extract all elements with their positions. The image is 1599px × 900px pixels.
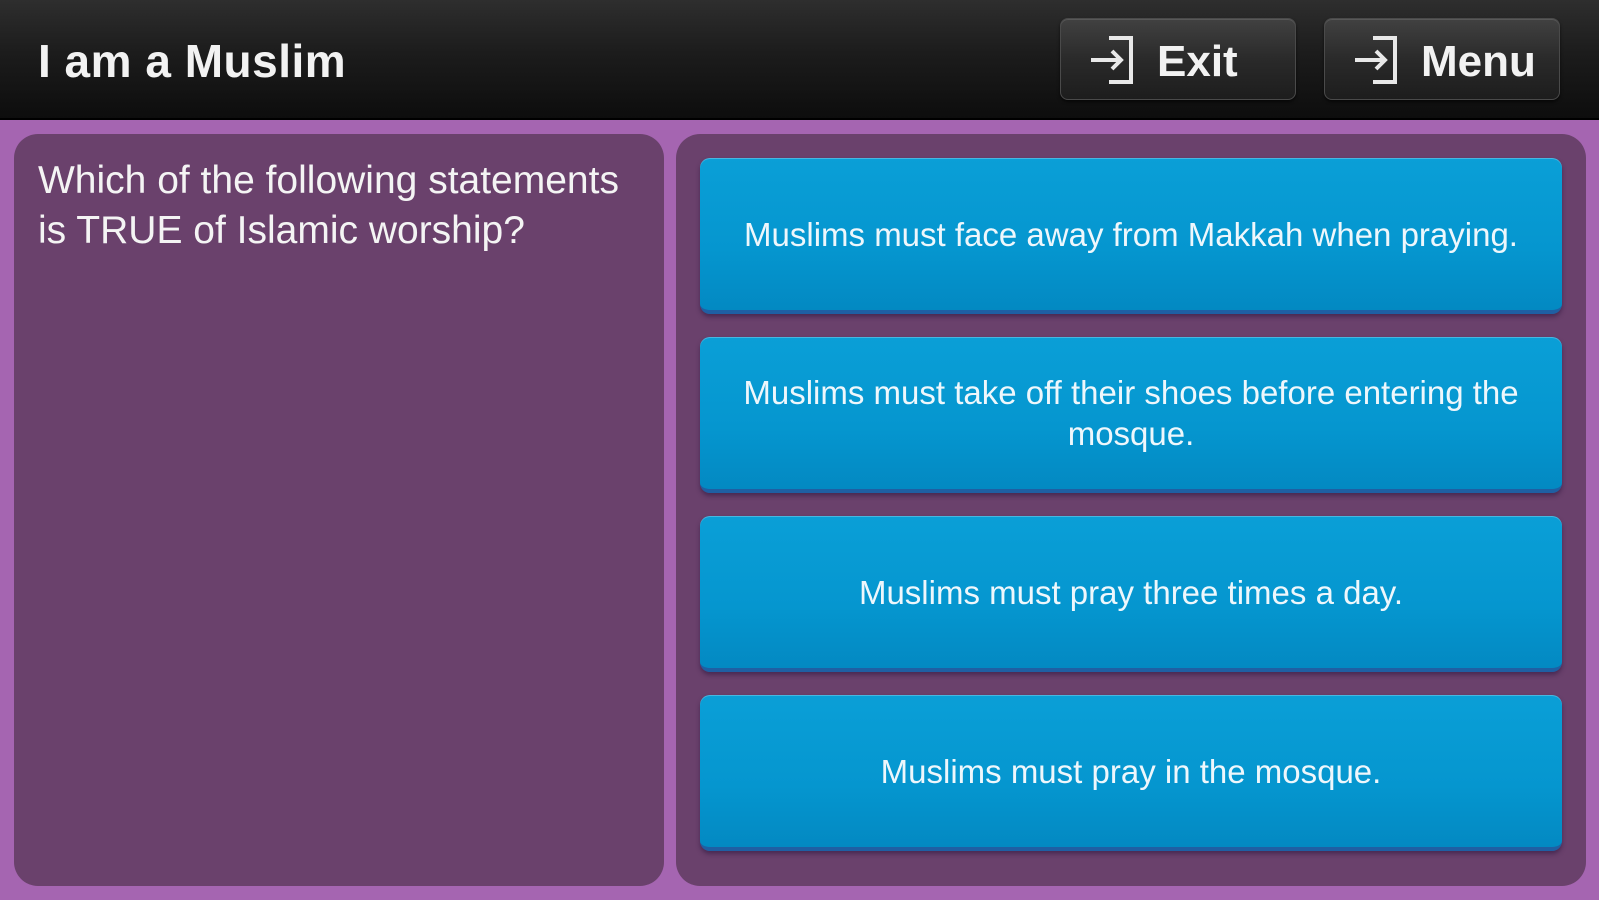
answer-option-text: Muslims must face away from Makkah when … — [744, 215, 1518, 253]
answer-option-text: Muslims must take off their shoes before… — [743, 374, 1519, 452]
app-title: I am a Muslim — [38, 35, 347, 87]
exit-button[interactable]: Exit — [1060, 18, 1296, 100]
answer-option-text: Muslims must pray three times a day. — [858, 573, 1404, 611]
menu-button[interactable]: Menu — [1324, 18, 1560, 100]
answer-option-3[interactable]: Muslims must pray three times a day. — [700, 516, 1562, 672]
exit-button-label: Exit — [1157, 37, 1238, 86]
answers-panel: Muslims must face away from Makkah when … — [676, 134, 1586, 886]
question-text: Which of the following statements is TRU… — [38, 159, 619, 252]
top-bar: I am a Muslim Exit Menu — [0, 0, 1599, 120]
answer-option-text: Muslims must pray in the mosque. — [880, 752, 1382, 790]
question-panel: Which of the following statements is TRU… — [14, 134, 664, 886]
answer-option-4[interactable]: Muslims must pray in the mosque. — [700, 695, 1562, 851]
exit-arrow-icon — [1091, 36, 1133, 84]
menu-button-label: Menu — [1421, 37, 1536, 86]
answer-option-1[interactable]: Muslims must face away from Makkah when … — [700, 158, 1562, 314]
answer-option-2[interactable]: Muslims must take off their shoes before… — [700, 337, 1562, 493]
exit-arrow-icon — [1355, 36, 1397, 84]
